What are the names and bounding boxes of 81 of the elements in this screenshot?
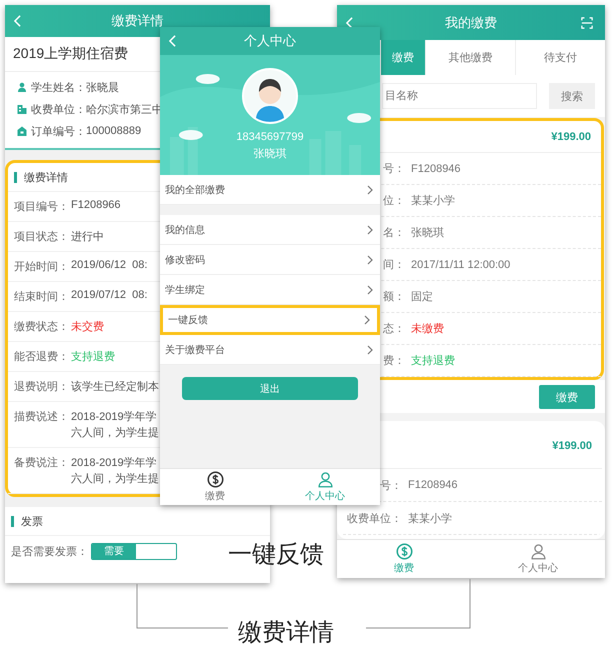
field-label: 能否退费： — [14, 350, 69, 364]
field-label: 费： — [383, 354, 405, 368]
field-label: 退费说明： — [14, 380, 69, 394]
field-value: 该学生已经定制本 — [71, 380, 159, 394]
house-icon — [17, 126, 27, 136]
invoice-toggle[interactable]: 需要 — [91, 542, 177, 560]
field-label: 缴费状态： — [14, 320, 69, 334]
back-icon[interactable] — [169, 35, 176, 47]
field-value: 某某小学 — [408, 512, 452, 526]
field-value: F1208966 — [71, 199, 121, 211]
chevron-icon — [367, 284, 373, 294]
field-value: 2019/06/12 08: — [71, 259, 148, 271]
field-label: 名： — [383, 226, 405, 240]
pay-button[interactable]: 缴费 — [539, 385, 595, 409]
person-icon — [316, 471, 334, 488]
price: ¥199.00 — [551, 130, 591, 142]
logout-button[interactable]: 退出 — [182, 377, 358, 400]
avatar-icon — [242, 68, 298, 124]
field-value: F1208946 — [408, 479, 458, 491]
field-label: 结束时间： — [14, 290, 69, 304]
callout-label: 缴费详情 — [238, 618, 334, 648]
field-label: 号： — [380, 478, 402, 492]
field-label: 描费说述： — [14, 410, 69, 425]
chevron-icon — [367, 344, 373, 354]
field-label: 项目编号： — [14, 200, 69, 214]
screen-title: 我的缴费 — [445, 14, 497, 32]
field-label: 位： — [383, 194, 405, 208]
dollar-icon — [396, 543, 412, 560]
field-label: 订单编号： — [31, 124, 86, 138]
chevron-icon — [367, 254, 373, 264]
field-value: 张晓琪 — [411, 226, 444, 240]
field-value: 2017/11/11 12:00:00 — [411, 258, 510, 270]
building-icon — [17, 104, 27, 114]
field-value: 未交费 — [71, 320, 104, 334]
field-label: 额： — [383, 290, 405, 304]
section-title: 缴费详情 — [24, 170, 68, 184]
field-label: 项目状态： — [14, 230, 69, 244]
field-label: 是否需要发票： — [11, 544, 89, 558]
scan-icon[interactable] — [581, 16, 593, 28]
person-icon — [530, 543, 546, 560]
section-title: 发票 — [21, 514, 43, 528]
field-value: 固定 — [411, 290, 433, 304]
phone-number: 18345697799 — [236, 131, 304, 143]
menu-item[interactable]: 一键反馈 — [160, 305, 380, 335]
field-label: 收费单位： — [31, 102, 86, 116]
user-name: 张晓琪 — [254, 147, 286, 161]
field-value: 100008889 — [86, 125, 142, 137]
field-label: 态： — [383, 322, 405, 336]
field-value: 2019/07/12 08: — [71, 289, 148, 301]
field-value: 进行中 — [71, 230, 104, 244]
field-value: 张晓晨 — [86, 80, 119, 94]
field-value: 某某小学 — [411, 194, 455, 208]
section-marker — [14, 172, 17, 182]
field-value: 2018-2019学年学 — [71, 410, 158, 424]
field-value: 六人间，为学生提 — [71, 426, 159, 440]
back-icon[interactable] — [14, 15, 21, 27]
search-button[interactable]: 搜索 — [549, 83, 595, 109]
screen-title: 缴费详情 — [112, 12, 164, 30]
tab[interactable]: 缴费 — [381, 40, 425, 75]
section-marker — [11, 516, 14, 526]
field-label: 学生姓名： — [31, 80, 86, 94]
field-value: F1208946 — [411, 162, 461, 174]
search-field[interactable]: 目名称 — [382, 83, 537, 109]
callout-label: 一键反馈 — [228, 540, 324, 570]
field-value: 未缴费 — [411, 322, 444, 336]
field-value: 六人间，为学生提 — [71, 472, 159, 486]
field-label: 备费说注： — [14, 456, 69, 471]
chevron-icon — [364, 315, 370, 325]
dollar-icon — [206, 471, 224, 488]
field-label: 收费单位： — [347, 512, 402, 526]
field-label: 间： — [383, 258, 405, 272]
field-label: 开始时间： — [14, 260, 69, 274]
field-value: 2018-2019学年学 — [71, 456, 158, 470]
person-icon — [17, 82, 27, 92]
back-icon[interactable] — [346, 16, 353, 28]
field-value: 支持退费 — [71, 350, 115, 364]
chevron-icon — [367, 224, 373, 234]
field-label: 号： — [383, 162, 405, 176]
field-value: 支持退费 — [411, 354, 455, 368]
chevron-icon — [367, 184, 373, 194]
price: ¥199.00 — [552, 440, 592, 452]
